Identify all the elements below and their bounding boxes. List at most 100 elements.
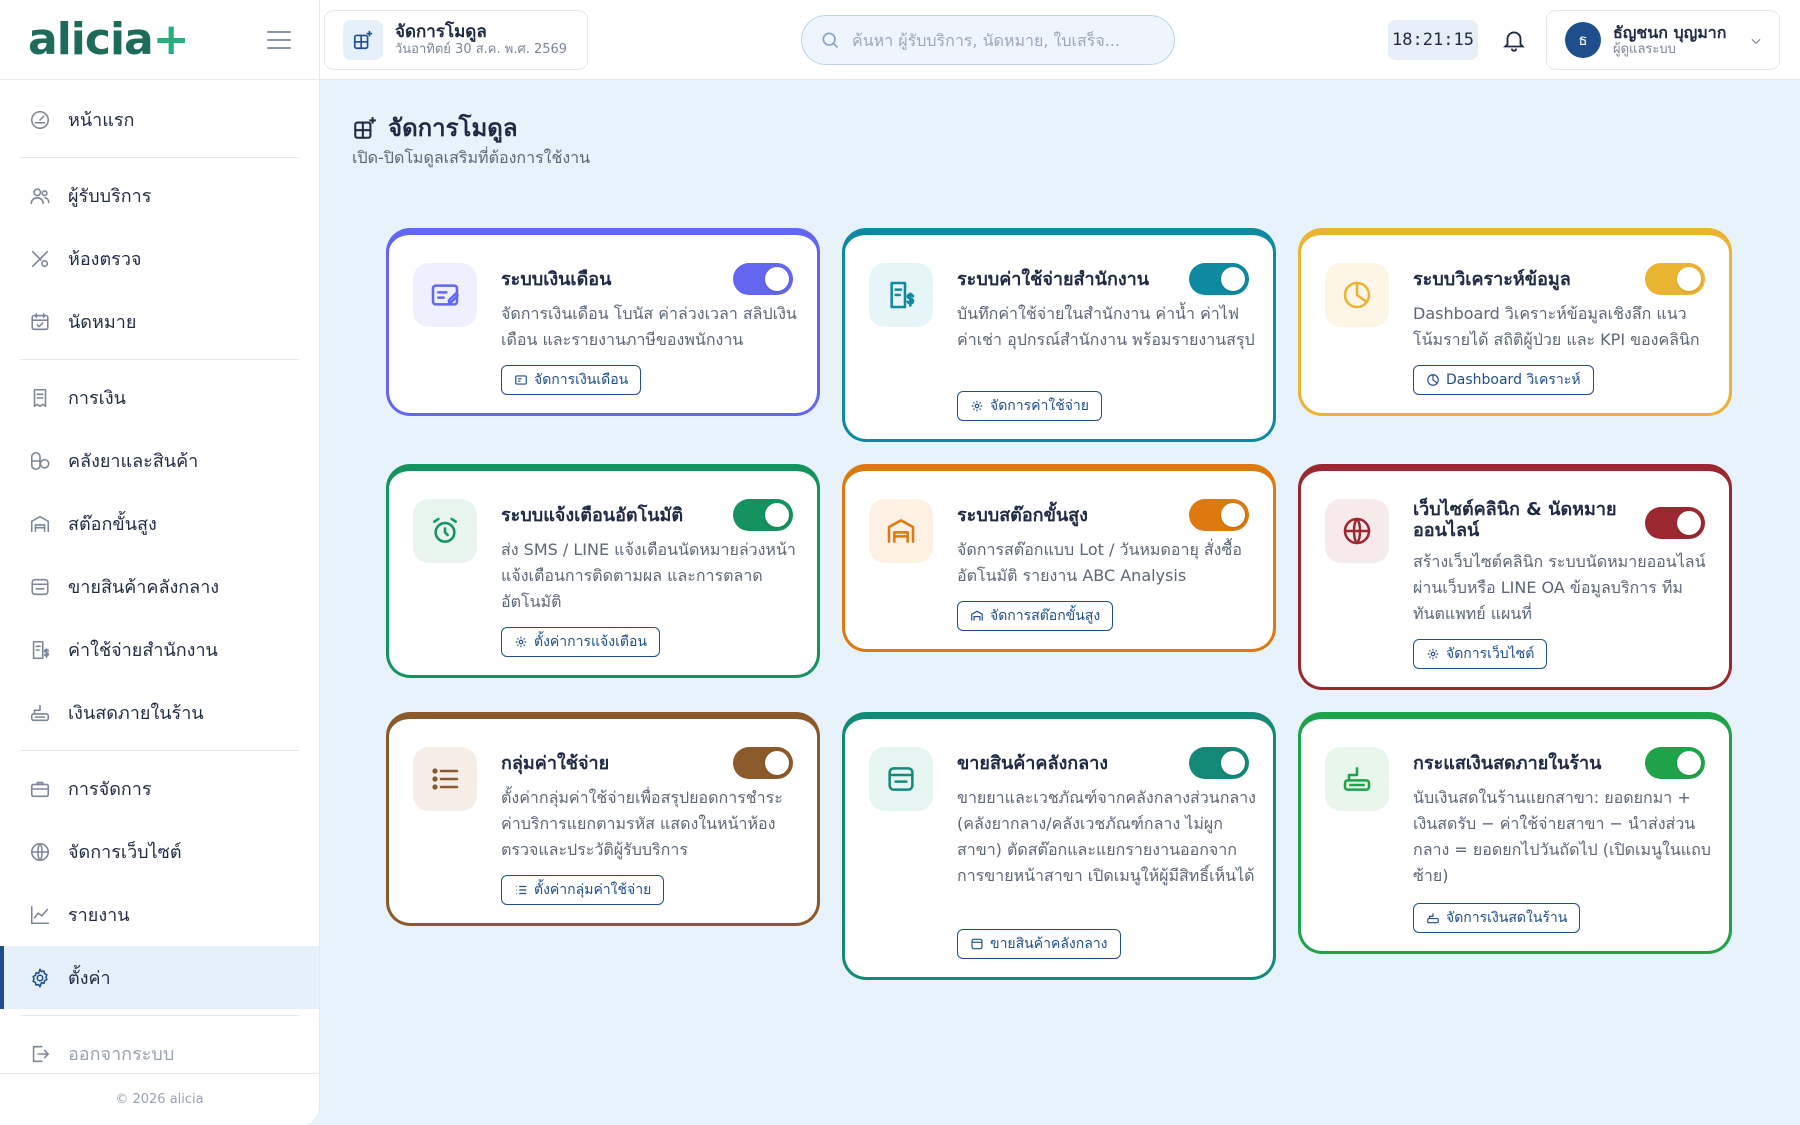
calendar-icon	[28, 310, 52, 334]
sidebar-item-advanced-stock[interactable]: สต๊อกขั้นสูง	[0, 492, 319, 555]
sidebar-item-label: จัดการเว็บไซต์	[68, 842, 182, 863]
module-title: ระบบวิเคราะห์ข้อมูล	[1413, 269, 1571, 290]
module-toggle[interactable]	[733, 263, 793, 295]
sidebar-item-website[interactable]: จัดการเว็บไซต์	[0, 820, 319, 883]
warehouse-icon	[971, 610, 983, 621]
sidebar-item-home[interactable]: หน้าแรก	[0, 88, 319, 151]
avatar: ธ	[1565, 22, 1601, 58]
sidebar-item-management[interactable]: การจัดการ	[0, 757, 319, 820]
module-title: กระแสเงินสดภายในร้าน	[1413, 753, 1602, 774]
module-toggle[interactable]	[733, 747, 793, 779]
pie-chart-icon	[1325, 263, 1389, 327]
module-description: จัดการเงินเดือน โบนัส ค่าล่วงเวลา สลิปเง…	[501, 304, 797, 349]
page-title: จัดการโมดูล	[388, 114, 518, 142]
sidebar-item-label: ห้องตรวจ	[68, 249, 142, 270]
module-card-central-sales: ขายสินค้าคลังกลาง ขายยาและเวชภัณฑ์จากคลั…	[842, 712, 1276, 980]
sidebar-item-settings[interactable]: ตั้งค่า	[0, 946, 319, 1009]
topbar: จัดการโมดูล วันอาทิตย์ 30 ส.ค. พ.ศ. 2569…	[320, 0, 1800, 80]
module-toggle[interactable]	[1189, 263, 1249, 295]
module-description: จัดการสต๊อกแบบ Lot / วันหมดอายุ สั่งซื้อ…	[957, 540, 1242, 585]
module-card-payroll: ระบบเงินเดือน จัดการเงินเดือน โบนัส ค่าล…	[386, 228, 820, 416]
search-input[interactable]	[852, 30, 1152, 50]
module-action-button[interactable]: จัดการเงินสดในร้าน	[1413, 903, 1581, 933]
module-description: สร้างเว็บไซต์คลินิก ระบบนัดหมายออนไลน์ผ่…	[1413, 552, 1706, 623]
sidebar-item-label: ค่าใช้จ่ายสำนักงาน	[68, 640, 218, 661]
module-action-button[interactable]: Dashboard วิเคราะห์	[1413, 365, 1594, 395]
user-role: ผู้ดูแลระบบ	[1613, 41, 1676, 57]
module-action-button[interactable]: จัดการเว็บไซต์	[1413, 639, 1548, 669]
module-card-auto-notification: ระบบแจ้งเตือนอัตโนมัติ ส่ง SMS / LINE แจ…	[386, 464, 820, 678]
module-description: นับเงินสดในร้านแยกสาขา: ยอดยกมา + เงินสด…	[1413, 788, 1711, 885]
module-toggle[interactable]	[1645, 747, 1705, 779]
sidebar-item-label: เงินสดภายในร้าน	[68, 703, 204, 724]
module-description: ขายยาและเวชภัณฑ์จากคลังกลางส่วนกลาง (คลั…	[957, 788, 1256, 885]
sidebar-item-reports[interactable]: รายงาน	[0, 883, 319, 946]
gear-icon	[28, 966, 52, 990]
module-title: ขายสินค้าคลังกลาง	[957, 753, 1109, 774]
sidebar-item-label: ขายสินค้าคลังกลาง	[68, 577, 220, 598]
module-toggle[interactable]	[1189, 747, 1249, 779]
chevron-down-icon	[1749, 33, 1763, 47]
sidebar-item-central-sales[interactable]: ขายสินค้าคลังกลาง	[0, 555, 319, 618]
module-toggle[interactable]	[1189, 499, 1249, 531]
search-box[interactable]	[801, 15, 1175, 65]
module-card-website: เว็บไซต์คลินิก & นัดหมายออนไลน์ สร้างเว็…	[1298, 464, 1732, 690]
notification-bell-icon[interactable]	[1496, 22, 1532, 58]
sidebar-item-pharmacy[interactable]: คลังยาและสินค้า	[0, 429, 319, 492]
page-heading: จัดการโมดูล	[352, 108, 518, 147]
gear-icon	[1427, 648, 1439, 660]
clock: 18:21:15	[1388, 20, 1478, 60]
modules-icon	[343, 20, 383, 60]
sidebar-item-exam-room[interactable]: ห้องตรวจ	[0, 227, 319, 290]
expense-icon	[869, 263, 933, 327]
module-title: ระบบแจ้งเตือนอัตโนมัติ	[501, 505, 684, 526]
receipt-icon	[28, 386, 52, 410]
sidebar-item-label: สต๊อกขั้นสูง	[68, 514, 157, 535]
sidebar-item-label: คลังยาและสินค้า	[68, 451, 199, 472]
menu-toggle-icon[interactable]	[267, 30, 291, 49]
sidebar-item-label: การเงิน	[68, 388, 126, 409]
module-card-analytics: ระบบวิเคราะห์ข้อมูล Dashboard วิเคราะห์ข…	[1298, 228, 1732, 416]
cash-register-icon	[1427, 913, 1439, 924]
page-chip-date: วันอาทิตย์ 30 ส.ค. พ.ศ. 2569	[395, 42, 568, 57]
page-chip-title: จัดการโมดูล	[395, 22, 487, 42]
module-title: ระบบเงินเดือน	[501, 269, 612, 290]
sidebar-footer: © 2026 alicia	[0, 1073, 319, 1125]
sidebar-item-finance[interactable]: การเงิน	[0, 366, 319, 429]
briefcase-icon	[28, 777, 52, 801]
page-subtitle: เปิด-ปิดโมดูลเสริมที่ต้องการใช้งาน	[352, 148, 591, 167]
list-icon	[516, 885, 527, 895]
sidebar-item-label: การจัดการ	[68, 779, 152, 800]
store-icon	[971, 938, 983, 950]
sidebar-item-store-cash[interactable]: เงินสดภายในร้าน	[0, 681, 319, 744]
stethoscope-icon	[28, 247, 52, 271]
module-toggle[interactable]	[1645, 263, 1705, 295]
sidebar-item-office-expense[interactable]: ค่าใช้จ่ายสำนักงาน	[0, 618, 319, 681]
module-action-button[interactable]: จัดการสต๊อกขั้นสูง	[957, 601, 1114, 631]
pill-icon	[28, 449, 52, 473]
sidebar-nav: หน้าแรก ผู้รับบริการ ห้องตรวจ นัดหมาย กา…	[0, 80, 319, 1085]
module-action-button[interactable]: จัดการเงินเดือน	[501, 365, 642, 395]
sidebar-item-appointments[interactable]: นัดหมาย	[0, 290, 319, 353]
search-icon	[822, 32, 839, 49]
gear-icon	[971, 400, 983, 412]
module-action-button[interactable]: ตั้งค่ากลุ่มค่าใช้จ่าย	[501, 875, 665, 905]
module-action-button[interactable]: จัดการค่าใช้จ่าย	[957, 391, 1102, 421]
module-description: ส่ง SMS / LINE แจ้งเตือนนัดหมายล่วงหน้า …	[501, 540, 796, 611]
module-action-button[interactable]: ตั้งค่าการแจ้งเตือน	[501, 627, 660, 657]
user-menu[interactable]: ธ ธัญชนก บุญมาก ผู้ดูแลระบบ	[1546, 10, 1780, 70]
expense-icon	[28, 638, 52, 662]
alarm-icon	[413, 499, 477, 563]
current-page-chip: จัดการโมดูล วันอาทิตย์ 30 ส.ค. พ.ศ. 2569	[324, 10, 588, 70]
sidebar-item-label: ออกจากระบบ	[68, 1044, 175, 1065]
module-toggle[interactable]	[733, 499, 793, 531]
app-logo[interactable]: alicia+	[28, 14, 190, 65]
module-title: ระบบสต๊อกขั้นสูง	[957, 505, 1088, 526]
module-action-button[interactable]: ขายสินค้าคลังกลาง	[957, 929, 1121, 959]
sidebar-item-label: นัดหมาย	[68, 312, 137, 333]
chart-line-icon	[28, 903, 52, 927]
module-card-office-expense: ระบบค่าใช้จ่ายสำนักงาน บันทึกค่าใช้จ่ายใ…	[842, 228, 1276, 442]
module-card-expense-groups: กลุ่มค่าใช้จ่าย ตั้งค่ากลุ่มค่าใช้จ่ายเพ…	[386, 712, 820, 926]
module-toggle[interactable]	[1645, 507, 1705, 539]
sidebar-item-patients[interactable]: ผู้รับบริการ	[0, 164, 319, 227]
